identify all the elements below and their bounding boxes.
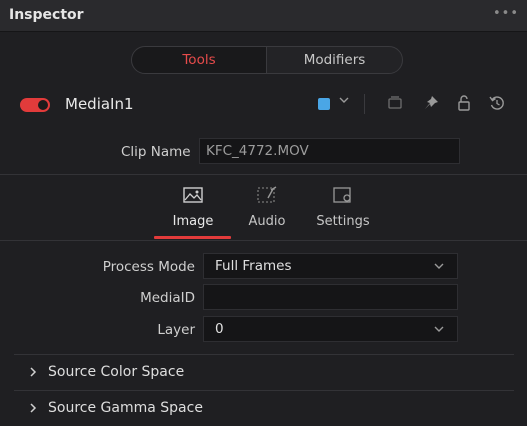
settings-icon (298, 186, 388, 208)
chevron-down-icon (433, 254, 445, 286)
node-color-swatch[interactable] (318, 98, 330, 110)
toggle-knob (38, 100, 48, 110)
section-title: Source Gamma Space (48, 400, 203, 416)
section-title: Source Color Space (48, 364, 185, 380)
pin-icon[interactable] (422, 94, 440, 116)
tools-modifiers-switch: Tools Modifiers (131, 46, 403, 74)
chevron-down-icon[interactable] (338, 94, 350, 110)
layer-select[interactable]: 0 (203, 316, 458, 342)
reset-icon[interactable] (488, 94, 506, 116)
chevron-right-icon (28, 365, 38, 382)
media-id-field[interactable] (203, 284, 458, 310)
panel-title: Inspector (9, 7, 84, 23)
versions-icon[interactable] (386, 94, 404, 116)
active-tab-indicator (154, 236, 231, 239)
chevron-right-icon (28, 401, 38, 418)
media-id-label: MediaID (140, 290, 195, 306)
node-header: MediaIn1 (0, 88, 527, 122)
divider (0, 240, 527, 241)
clip-name-field[interactable]: KFC_4772.MOV (199, 138, 460, 164)
process-mode-label: Process Mode (102, 259, 195, 275)
layer-label: Layer (157, 322, 195, 338)
inspector-tabs: Image Audio Settings (0, 176, 527, 239)
more-options-icon[interactable]: ••• (493, 6, 519, 21)
layer-value: 0 (215, 321, 224, 337)
tab-modifiers[interactable]: Modifiers (266, 47, 402, 73)
tab-settings-label: Settings (316, 214, 370, 229)
tab-tools[interactable]: Tools (132, 47, 266, 73)
node-name: MediaIn1 (65, 95, 134, 113)
node-enable-toggle[interactable] (20, 98, 50, 112)
tab-settings[interactable]: Settings (298, 176, 388, 229)
lock-icon[interactable] (455, 94, 473, 116)
chevron-down-icon (433, 317, 445, 349)
divider (0, 174, 527, 175)
clip-name-label: Clip Name (121, 144, 191, 160)
section-source-color-space[interactable]: Source Color Space (14, 354, 514, 390)
process-mode-select[interactable]: Full Frames (203, 253, 458, 279)
section-source-gamma-space[interactable]: Source Gamma Space (14, 390, 514, 426)
divider (364, 94, 365, 114)
inspector-titlebar: Inspector ••• (0, 0, 527, 32)
process-mode-value: Full Frames (215, 258, 292, 274)
